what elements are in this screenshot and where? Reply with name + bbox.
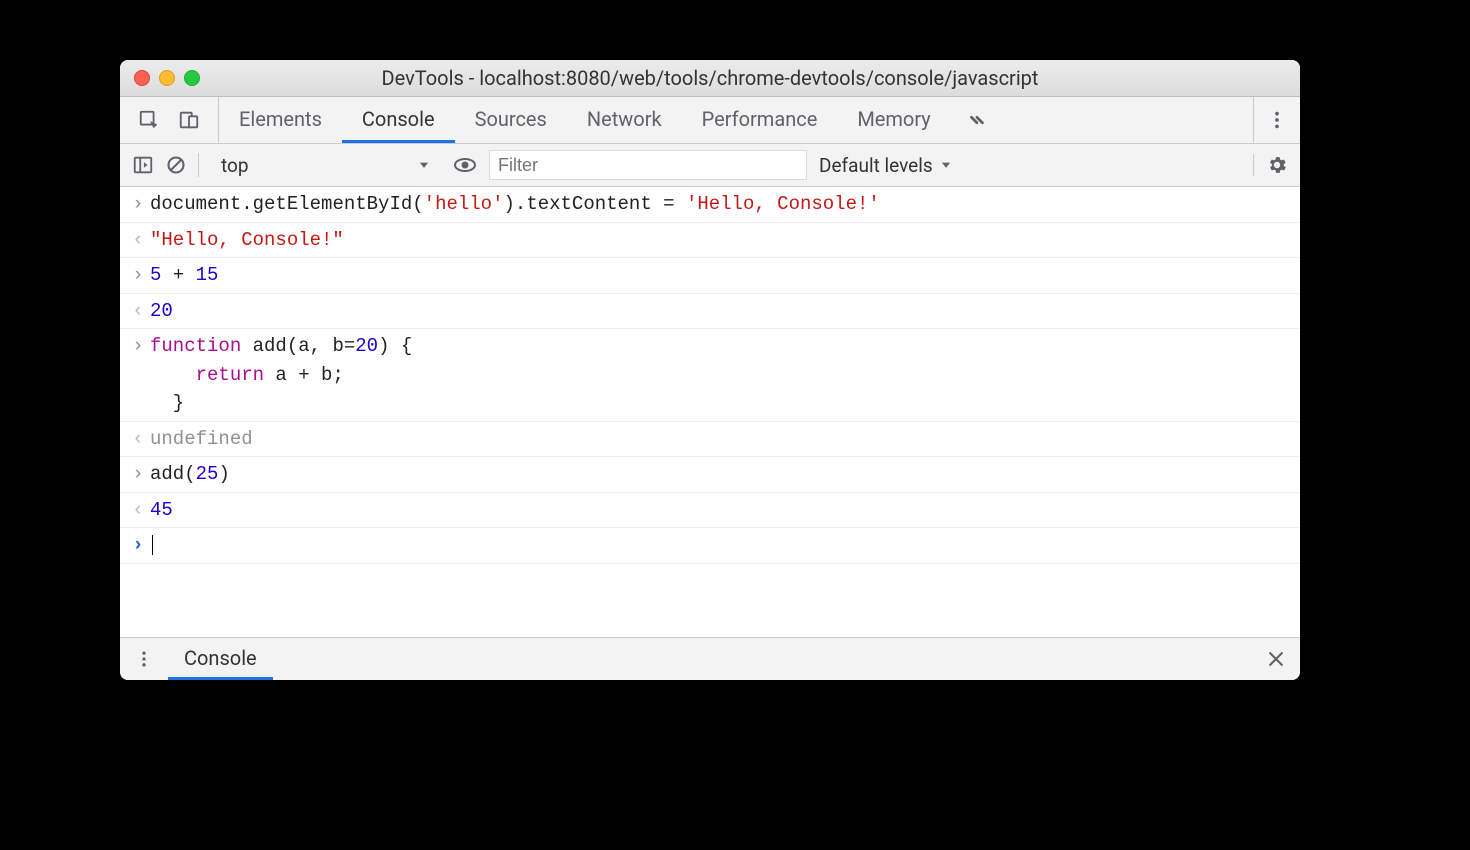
- console-input-row: ›document.getElementById('hello').textCo…: [120, 187, 1300, 223]
- tab-performance[interactable]: Performance: [682, 97, 838, 143]
- console-line-content: 45: [150, 496, 1290, 525]
- tab-console[interactable]: Console: [342, 97, 455, 143]
- console-line-content: "Hello, Console!": [150, 226, 1290, 255]
- console-line-content: add(25): [150, 460, 1290, 489]
- drawer-left: [120, 638, 168, 680]
- filter-input[interactable]: [489, 150, 807, 180]
- prompt-input[interactable]: [150, 531, 1290, 560]
- output-chevron-icon: ‹: [126, 425, 150, 454]
- inspect-icon[interactable]: [138, 109, 160, 131]
- console-line-content: document.getElementById('hello').textCon…: [150, 190, 1290, 219]
- drawer-right: [1252, 638, 1300, 680]
- output-chevron-icon: ‹: [126, 226, 150, 255]
- drawer-tab-console[interactable]: Console: [168, 638, 273, 680]
- kebab-menu-icon[interactable]: [1266, 109, 1288, 131]
- titlebar: DevTools - localhost:8080/web/tools/chro…: [120, 60, 1300, 97]
- device-toggle-icon[interactable]: [178, 109, 200, 131]
- output-chevron-icon: ‹: [126, 496, 150, 525]
- window-zoom-button[interactable]: [184, 70, 200, 86]
- console-sidebar-toggle-icon[interactable]: [132, 154, 154, 176]
- clear-console-icon[interactable]: [166, 155, 186, 175]
- tabs: ElementsConsoleSourcesNetworkPerformance…: [219, 97, 951, 143]
- context-label: top: [221, 154, 249, 177]
- window-title: DevTools - localhost:8080/web/tools/chro…: [132, 66, 1288, 90]
- main-tabbar: ElementsConsoleSourcesNetworkPerformance…: [120, 97, 1300, 144]
- settings-icon[interactable]: [1266, 154, 1288, 176]
- console-body[interactable]: ›document.getElementById('hello').textCo…: [120, 187, 1300, 637]
- console-line-content: undefined: [150, 425, 1290, 454]
- console-line-content: 5 + 15: [150, 261, 1290, 290]
- input-chevron-icon: ›: [126, 190, 150, 219]
- dropdown-icon: [939, 158, 953, 172]
- devtools-window: DevTools - localhost:8080/web/tools/chro…: [120, 60, 1300, 680]
- input-chevron-icon: ›: [126, 460, 150, 489]
- console-input-row: ›function add(a, b=20) { return a + b; }: [120, 329, 1300, 422]
- console-line-content: 20: [150, 297, 1290, 326]
- more-tabs-icon[interactable]: [951, 97, 1001, 143]
- tab-memory[interactable]: Memory: [837, 97, 950, 143]
- window-close-button[interactable]: [134, 70, 150, 86]
- console-input-row: ›add(25): [120, 457, 1300, 493]
- console-input-row: ›5 + 15: [120, 258, 1300, 294]
- prompt-chevron-icon: ›: [126, 531, 150, 560]
- output-chevron-icon: ‹: [126, 297, 150, 326]
- input-chevron-icon: ›: [126, 332, 150, 418]
- console-toolbar: top Default levels: [120, 144, 1300, 187]
- drawer: Console: [120, 637, 1300, 680]
- live-expression-icon[interactable]: [453, 153, 477, 177]
- console-output-row: ‹45: [120, 493, 1300, 529]
- console-output-row: ‹20: [120, 294, 1300, 330]
- input-chevron-icon: ›: [126, 261, 150, 290]
- tab-sources[interactable]: Sources: [455, 97, 567, 143]
- tab-network[interactable]: Network: [567, 97, 682, 143]
- traffic-lights: [134, 70, 200, 86]
- levels-label: Default levels: [819, 154, 933, 177]
- console-output-row: ‹"Hello, Console!": [120, 223, 1300, 259]
- tabbar-right: [1253, 97, 1300, 143]
- tabbar-left: [120, 97, 219, 143]
- log-levels-select[interactable]: Default levels: [819, 154, 953, 177]
- tab-elements[interactable]: Elements: [219, 97, 342, 143]
- console-line-content: function add(a, b=20) { return a + b; }: [150, 332, 1290, 418]
- close-drawer-icon[interactable]: [1266, 649, 1286, 669]
- dropdown-icon: [417, 158, 431, 172]
- window-minimize-button[interactable]: [159, 70, 175, 86]
- console-prompt-row[interactable]: ›: [120, 528, 1300, 564]
- execution-context-select[interactable]: top: [211, 154, 441, 177]
- text-cursor: [152, 535, 153, 555]
- console-output-row: ‹undefined: [120, 422, 1300, 458]
- drawer-menu-icon[interactable]: [134, 649, 154, 669]
- drawer-tab-label: Console: [184, 646, 257, 670]
- toolbar-divider: [198, 153, 199, 177]
- toolbar-right: [1253, 154, 1288, 176]
